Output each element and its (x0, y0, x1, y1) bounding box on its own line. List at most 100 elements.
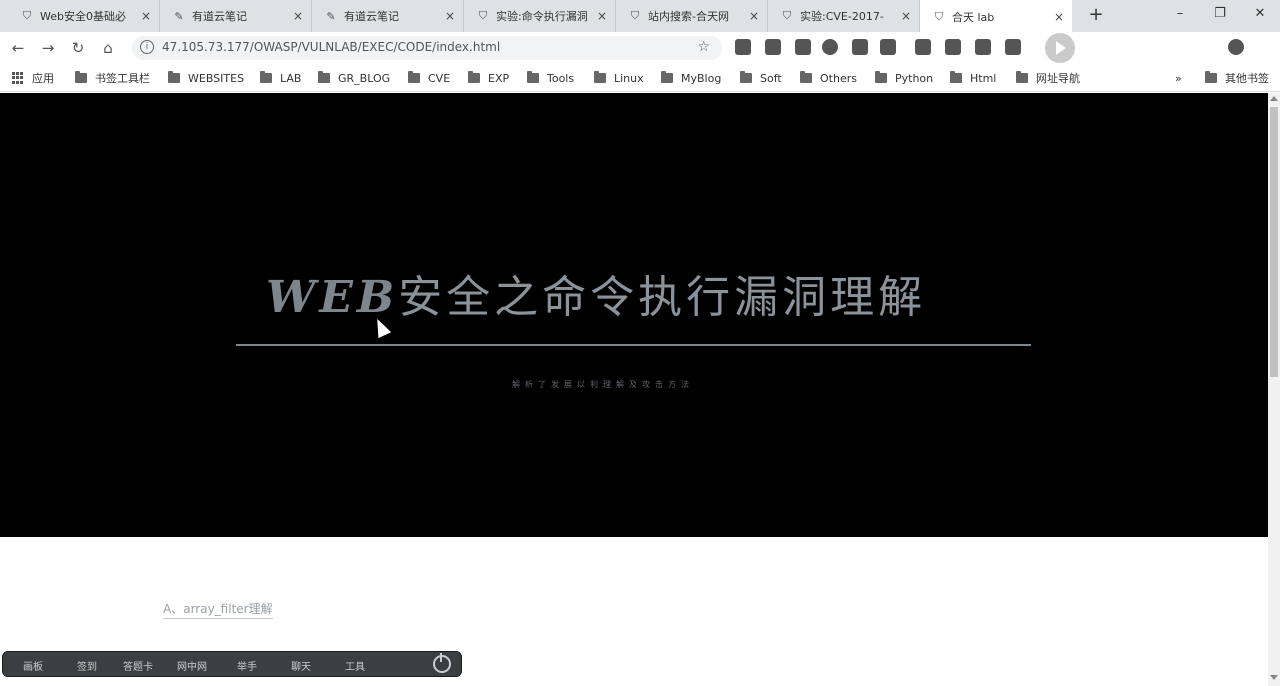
tab-youdao-note-2[interactable]: ✎ 有道云笔记 × (312, 0, 464, 32)
folder-icon (75, 71, 87, 83)
toolbar-item[interactable]: 画板 (23, 658, 43, 673)
tab-cve-2017[interactable]: ⛉ 实验:CVE-2017- × (768, 0, 920, 32)
bookmark-folder[interactable]: LAB (260, 70, 301, 86)
close-window-button[interactable]: ✕ (1240, 0, 1280, 30)
toolbar-item[interactable]: 举手 (237, 658, 257, 673)
profile-avatar[interactable] (1228, 39, 1244, 55)
bookmark-folder[interactable]: Linux (594, 70, 644, 86)
bookmarks-bar: 应用 书签工具栏 WEBSITES LAB GR_BLOG CVE EXP To… (0, 64, 1280, 92)
shield-icon: ⛉ (478, 9, 488, 22)
bookmark-folder[interactable]: 网址导航 (1016, 70, 1080, 86)
hero-banner: WEB安全之命令执行漏洞理解 解析了发展以利理解及攻击方法 (0, 93, 1268, 537)
extension-icon[interactable] (915, 39, 931, 55)
bookmark-label: MyBlog (681, 71, 722, 85)
bookmark-label: Soft (760, 71, 782, 85)
bookmark-folder[interactable]: Html (950, 70, 996, 86)
bookmark-label: Html (970, 71, 997, 85)
toolbar-item[interactable]: 工具 (345, 658, 365, 673)
close-icon[interactable]: × (445, 9, 455, 23)
minimize-button[interactable]: – (1160, 0, 1200, 30)
tab-web-security[interactable]: ⛉ Web安全0基础必 × (8, 0, 160, 32)
bookmark-star-icon[interactable]: ☆ (697, 39, 710, 55)
tab-label: 站内搜索-合天网 (648, 10, 729, 23)
toolbar-item[interactable]: 网中网 (177, 658, 207, 673)
close-icon[interactable]: × (141, 9, 151, 23)
shield-icon: ⛉ (630, 9, 640, 22)
reload-button[interactable]: ↻ (66, 37, 90, 59)
shield-icon: ⛉ (22, 9, 32, 22)
extension-icon[interactable] (795, 39, 811, 55)
bookmarks-overflow-button[interactable]: » (1175, 70, 1182, 86)
bookmark-folder[interactable]: EXP (468, 70, 509, 86)
toolbar-item[interactable]: 签到 (77, 658, 97, 673)
folder-icon (661, 71, 673, 83)
close-icon[interactable]: × (749, 9, 759, 23)
bookmark-folder[interactable]: Tools (527, 70, 574, 86)
tab-site-search[interactable]: ⛉ 站内搜索-合天网 × (616, 0, 768, 32)
info-icon[interactable]: i (140, 40, 154, 54)
folder-icon (875, 71, 887, 83)
bookmark-label: WEBSITES (188, 71, 245, 85)
bookmark-label: Python (895, 71, 934, 85)
title-rest: 安全之命令执行漏洞理解 (398, 272, 927, 323)
extension-icon[interactable] (735, 39, 751, 55)
bookmark-other[interactable]: 其他书签 (1205, 70, 1269, 86)
restore-button[interactable]: ❐ (1200, 0, 1240, 30)
power-icon[interactable] (433, 653, 451, 673)
folder-icon (594, 71, 606, 83)
scroll-down-icon[interactable] (1270, 675, 1278, 680)
scroll-up-icon[interactable] (1270, 96, 1278, 101)
folder-icon (168, 71, 180, 83)
bookmark-folder[interactable]: WEBSITES (168, 70, 244, 86)
close-icon[interactable]: × (901, 9, 911, 23)
tab-label: 实验:命令执行漏洞 (496, 10, 588, 23)
new-tab-button[interactable]: + (1085, 4, 1107, 26)
bookmark-folder[interactable]: Python (875, 70, 933, 86)
tab-label: 合天 lab (952, 10, 995, 24)
section-link-array-filter[interactable]: A、array_filter理解 (163, 600, 273, 619)
bookmark-apps[interactable]: 应用 (12, 70, 54, 86)
bookmark-label: Others (820, 71, 857, 85)
folder-icon (318, 71, 330, 83)
tab-command-exec-lab[interactable]: ⛉ 实验:命令执行漏洞 × (464, 0, 616, 32)
toolbar-item[interactable]: 聊天 (291, 658, 311, 673)
close-icon[interactable]: × (597, 9, 607, 23)
bookmark-label: 应用 (32, 72, 54, 85)
close-icon[interactable]: × (293, 9, 303, 23)
url-text[interactable]: 47.105.73.177/OWASP/VULNLAB/EXEC/CODE/in… (162, 40, 500, 54)
scroll-thumb[interactable] (1270, 107, 1278, 377)
home-button[interactable]: ⌂ (96, 37, 120, 59)
extension-icon[interactable] (765, 39, 781, 55)
toolbar-item[interactable]: 答题卡 (123, 658, 153, 673)
tab-label: 有道云笔记 (192, 10, 247, 23)
bookmark-folder[interactable]: Others (800, 70, 857, 86)
note-icon: ✎ (326, 9, 336, 23)
tab-hetian-lab[interactable]: ⛉ 合天 lab × (920, 0, 1072, 33)
extension-icon[interactable] (975, 39, 991, 55)
page-scrollbar[interactable] (1268, 93, 1280, 686)
extension-icon[interactable] (880, 39, 896, 55)
address-bar[interactable]: i 47.105.73.177/OWASP/VULNLAB/EXEC/CODE/… (132, 36, 722, 60)
folder-icon (1205, 71, 1217, 83)
bookmark-folder[interactable]: CVE (408, 70, 450, 86)
bookmark-label: 其他书签 (1225, 72, 1269, 85)
folder-icon (950, 71, 962, 83)
back-button[interactable]: ← (6, 37, 30, 59)
close-icon[interactable]: × (1054, 10, 1064, 24)
extension-icon[interactable] (1005, 39, 1021, 55)
extension-icon[interactable] (945, 39, 961, 55)
folder-icon (740, 71, 752, 83)
page-title: WEB安全之命令执行漏洞理解 (266, 261, 926, 325)
bookmark-folder[interactable]: Soft (740, 70, 782, 86)
note-icon: ✎ (174, 9, 184, 23)
bookmark-folder[interactable]: 书签工具栏 (75, 70, 150, 86)
extension-icon[interactable] (852, 39, 868, 55)
apps-grid-icon (12, 72, 24, 84)
extension-icon[interactable] (822, 39, 838, 55)
bookmark-folder[interactable]: GR_BLOG (318, 70, 390, 86)
shield-icon: ⛉ (934, 9, 944, 23)
forward-button[interactable]: → (36, 37, 60, 59)
page-subtitle: 解析了发展以利理解及攻击方法 (512, 380, 694, 389)
tab-youdao-note-1[interactable]: ✎ 有道云笔记 × (160, 0, 312, 32)
bookmark-folder[interactable]: MyBlog (661, 70, 721, 86)
